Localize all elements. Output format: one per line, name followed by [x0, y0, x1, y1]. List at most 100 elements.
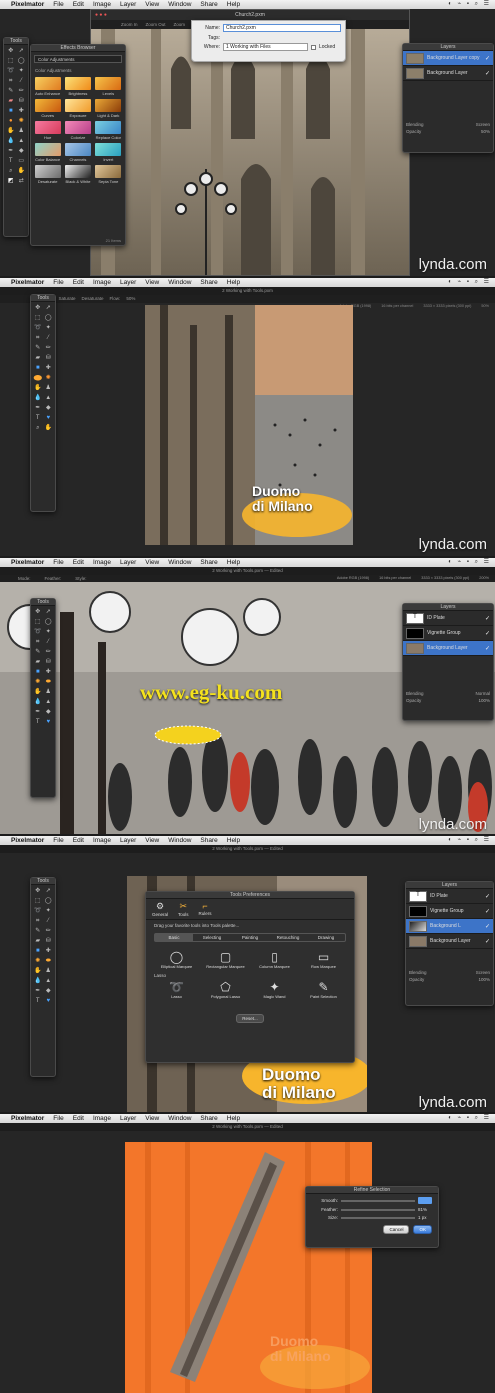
sponge-icon[interactable]: ✺ — [17, 117, 27, 126]
effect-colorize[interactable]: Colorize — [64, 121, 91, 140]
text-icon[interactable]: T — [33, 718, 43, 727]
clone-icon[interactable]: ✺ — [44, 374, 54, 383]
effect-sepia-tone[interactable]: Sepia Tone — [95, 165, 122, 184]
effect-levels[interactable]: Levels — [95, 77, 122, 96]
name-field[interactable]: Church2.pxm — [223, 24, 341, 32]
menu-view[interactable]: View — [145, 0, 159, 9]
saturate-option[interactable]: Saturate — [59, 295, 76, 303]
menu-edit[interactable]: Edit — [73, 0, 84, 9]
rect-shape-icon[interactable]: ♥ — [44, 718, 54, 727]
eraser-icon[interactable]: ▰ — [33, 658, 43, 667]
bucket-icon[interactable]: ⛁ — [44, 658, 54, 667]
shape-icon[interactable]: ◆ — [44, 404, 54, 413]
menu-help[interactable]: Help — [227, 278, 240, 287]
tool-row-marquee[interactable]: ▭ Row Marquee — [299, 950, 348, 969]
layer-row[interactable]: Background Layer ✓ — [406, 934, 493, 949]
effect-replace-color[interactable]: Replace Color — [95, 121, 122, 140]
layer-row[interactable]: Vignette Group ✓ — [406, 904, 493, 919]
tool-elliptical-marquee[interactable]: ◯ Elliptical Marquee — [152, 950, 201, 969]
blending-row[interactable]: Blending Screen — [403, 121, 493, 128]
text-icon[interactable]: T — [33, 997, 43, 1006]
menu-app[interactable]: Pixelmator — [11, 1114, 44, 1123]
arrow-icon[interactable]: ➚ — [44, 887, 54, 896]
menu-layer[interactable]: Layer — [120, 0, 136, 9]
marquee-icon[interactable]: ⬚ — [33, 897, 43, 906]
menu-share[interactable]: Share — [200, 1114, 217, 1123]
color-swatch-icon[interactable]: ◩ — [6, 177, 16, 186]
segment-selecting[interactable]: Selecting — [193, 934, 231, 941]
visibility-checkbox[interactable]: ✓ — [485, 55, 490, 62]
menu-layer[interactable]: Layer — [120, 1114, 136, 1123]
effect-light-dark[interactable]: Light & Dark — [95, 99, 122, 118]
menu-window[interactable]: Window — [168, 558, 191, 567]
wand-icon[interactable]: ✦ — [44, 907, 54, 916]
effect-black-white[interactable]: Black & White — [64, 165, 91, 184]
effect-brightness[interactable]: Brightness — [64, 77, 91, 96]
brush-icon[interactable]: ✎ — [33, 927, 43, 936]
menu-edit[interactable]: Edit — [73, 558, 84, 567]
blur-icon[interactable]: 💧 — [6, 137, 16, 146]
hand-icon[interactable]: ✋ — [17, 167, 27, 176]
move-icon[interactable]: ✥ — [6, 47, 16, 56]
layer-row[interactable]: Background Layer ✓ — [403, 641, 493, 656]
layer-row[interactable]: Background Layer copy ✓ — [403, 51, 493, 66]
menu-app[interactable]: Pixelmator — [11, 558, 44, 567]
menu-layer[interactable]: Layer — [120, 278, 136, 287]
shape-icon[interactable]: ◆ — [44, 708, 54, 717]
menu-share[interactable]: Share — [200, 836, 217, 845]
effect-desaturate[interactable]: Desaturate — [34, 165, 61, 184]
visibility-checkbox[interactable]: ✓ — [485, 70, 490, 77]
pencil-icon[interactable]: ✏ — [17, 87, 27, 96]
arrow-icon[interactable]: ➚ — [44, 304, 54, 313]
burn-icon[interactable]: ✋ — [33, 688, 43, 697]
ellipse-marquee-icon[interactable]: ◯ — [44, 618, 54, 627]
menu-view[interactable]: View — [145, 278, 159, 287]
eyedropper-icon[interactable]: ⁄ — [17, 77, 27, 86]
menu-edit[interactable]: Edit — [73, 278, 84, 287]
tags-field[interactable] — [223, 34, 341, 41]
menu-app[interactable]: Pixelmator — [11, 836, 44, 845]
effect-channels[interactable]: Channels — [64, 143, 91, 162]
menu-view[interactable]: View — [145, 558, 159, 567]
where-popup[interactable]: 1 Working with Files — [223, 43, 308, 51]
segment-painting[interactable]: Painting — [231, 934, 269, 941]
zoom-button[interactable]: Zoom — [174, 20, 186, 29]
menu-file[interactable]: File — [53, 1114, 63, 1123]
menu-image[interactable]: Image — [93, 0, 111, 9]
layer-row[interactable]: Background Layer ✓ — [403, 66, 493, 81]
tool-rectangular-marquee[interactable]: ▢ Rectangular Marquee — [201, 950, 250, 969]
layer-row[interactable]: T ID Plate ✓ — [406, 889, 493, 904]
menu-edit[interactable]: Edit — [73, 836, 84, 845]
move-icon[interactable]: ✥ — [33, 887, 43, 896]
clone-icon[interactable]: ✺ — [33, 678, 43, 687]
menu-help[interactable]: Help — [227, 0, 240, 9]
move-icon[interactable]: ✥ — [33, 608, 43, 617]
eyedropper-icon[interactable]: ⁄ — [44, 638, 54, 647]
layer-row[interactable]: T ID Plate ✓ — [403, 611, 493, 626]
clone-icon[interactable]: ✺ — [33, 957, 43, 966]
ellipse-marquee-icon[interactable]: ◯ — [17, 57, 27, 66]
ellipse-marquee-icon[interactable]: ◯ — [44, 897, 54, 906]
opacity-row[interactable]: Opacity 50% — [403, 128, 493, 135]
menu-file[interactable]: File — [53, 0, 63, 9]
visibility-checkbox[interactable]: ✓ — [485, 615, 490, 622]
zoom-out-button[interactable]: Zoom Out — [146, 20, 166, 29]
brush-icon[interactable]: ✎ — [33, 648, 43, 657]
marquee-icon[interactable]: ⬚ — [6, 57, 16, 66]
sponge-tool-active-icon[interactable]: ⬬ — [33, 374, 43, 384]
blur-icon[interactable]: 💧 — [33, 698, 43, 707]
lasso-icon[interactable]: ➰ — [33, 628, 43, 637]
tab-rulers[interactable]: ⌐ Rulers — [199, 901, 212, 917]
window-controls-icon[interactable]: ● ● ● — [95, 10, 107, 20]
dodge-icon[interactable]: ♟ — [44, 384, 54, 393]
crop-icon[interactable]: ⌗ — [33, 638, 43, 647]
size-value[interactable]: 1 px — [418, 1215, 432, 1220]
hand-icon[interactable]: ✋ — [44, 424, 54, 433]
burn-icon[interactable]: ✋ — [33, 384, 43, 393]
eyedropper-icon[interactable]: ⁄ — [44, 917, 54, 926]
sharpen-icon[interactable]: ▲ — [17, 137, 27, 146]
move-icon[interactable]: ✥ — [33, 304, 43, 313]
burn-icon[interactable]: ✋ — [33, 967, 43, 976]
effect-auto-enhance[interactable]: Auto Enhance — [34, 77, 61, 96]
sharpen-icon[interactable]: ▲ — [44, 977, 54, 986]
